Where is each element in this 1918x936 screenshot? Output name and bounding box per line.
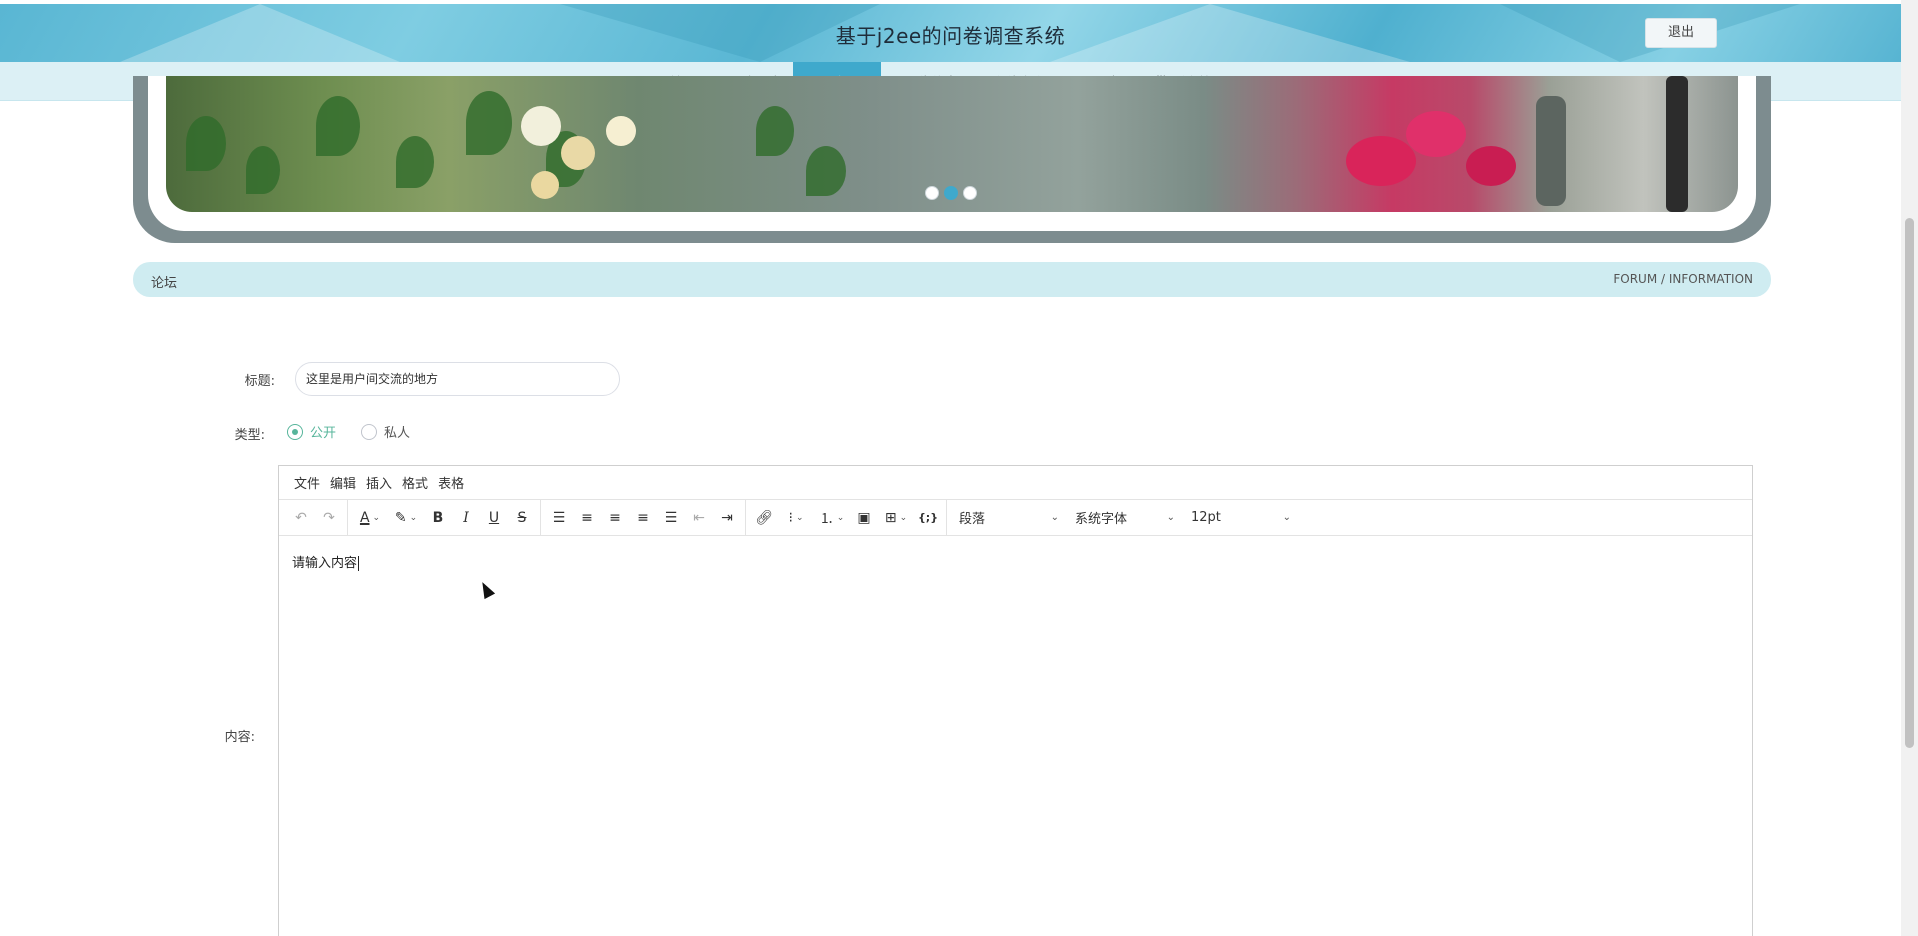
rich-text-editor: 文件 编辑 插入 格式 表格 ↶ ↷ A ⌄ ✎ ⌄ B I U S ☰ ≡ ≡ ≡…	[278, 465, 1753, 936]
section-subtitle: FORUM / INFORMATION	[1613, 272, 1753, 286]
site-header: 基于j2ee的问卷调查系统 退出	[0, 4, 1901, 62]
menu-edit[interactable]: 编辑	[325, 473, 361, 492]
font-family-dropdown[interactable]: 系统字体 ⌄	[1067, 504, 1183, 532]
radio-label: 私人	[384, 426, 411, 441]
section-bar: 论坛 FORUM / INFORMATION	[133, 262, 1771, 297]
banner-dots	[925, 186, 977, 200]
radio-circle	[287, 423, 303, 440]
menu-table[interactable]: 表格	[433, 473, 469, 492]
bullet-list-icon[interactable]: ⁝ ⌄	[778, 504, 814, 532]
align-left-icon[interactable]: ≡	[573, 504, 601, 532]
text-caret	[358, 556, 360, 571]
font-size-dropdown[interactable]: 12pt ⌄	[1183, 504, 1299, 532]
numbered-list-icon[interactable]: ⒈ ⌄	[814, 504, 850, 532]
font-size-value: 12pt	[1191, 510, 1221, 525]
highlight-color-icon[interactable]: ✎ ⌄	[388, 504, 424, 532]
page-scrollbar[interactable]	[1901, 0, 1918, 936]
radio-label: 公开	[310, 426, 337, 441]
menu-file[interactable]: 文件	[289, 473, 325, 492]
text-color-icon[interactable]: A ⌄	[352, 504, 388, 532]
font-family-value: 系统字体	[1075, 512, 1128, 527]
align-right-icon[interactable]: ≡	[629, 504, 657, 532]
menu-insert[interactable]: 插入	[361, 473, 397, 492]
block-format-value: 段落	[959, 512, 986, 527]
block-format-dropdown[interactable]: 段落 ⌄	[951, 504, 1067, 532]
content-label: 内容:	[224, 730, 255, 745]
underline-icon[interactable]: U	[480, 504, 508, 532]
type-radio-private[interactable]: 私人	[361, 422, 410, 441]
menu-format[interactable]: 格式	[397, 473, 433, 492]
link-icon[interactable]: 🔗︎	[750, 504, 778, 532]
scrollbar-thumb[interactable]	[1905, 218, 1914, 748]
undo-icon[interactable]: ↶	[287, 504, 315, 532]
editor-menubar: 文件 编辑 插入 格式 表格	[279, 466, 1752, 500]
table-icon[interactable]: ⊞ ⌄	[878, 504, 914, 532]
align-justify-icon[interactable]: ☰	[657, 504, 685, 532]
line-height-icon[interactable]: ☰	[545, 504, 573, 532]
chevron-down-icon: ⌄	[1050, 512, 1059, 523]
image-icon[interactable]: ▣	[850, 504, 878, 532]
indent-icon[interactable]: ⇥	[713, 504, 741, 532]
chevron-down-icon: ⌄	[1166, 512, 1175, 523]
editor-content-area[interactable]: 请输入内容	[279, 536, 1752, 936]
title-label: 标题:	[244, 374, 275, 389]
code-icon[interactable]: {;}	[914, 504, 942, 532]
section-title: 论坛	[151, 276, 178, 291]
banner-dot-3[interactable]	[963, 186, 977, 200]
site-title: 基于j2ee的问卷调查系统	[835, 24, 1066, 48]
bold-icon[interactable]: B	[424, 504, 452, 532]
outdent-icon[interactable]: ⇤	[685, 504, 713, 532]
editor-toolbar: ↶ ↷ A ⌄ ✎ ⌄ B I U S ☰ ≡ ≡ ≡ ☰ ⇤ ⇥ 🔗︎ ⁝ ⌄ ⒈ ⌄…	[279, 499, 1752, 536]
chevron-down-icon: ⌄	[1282, 512, 1291, 523]
italic-icon[interactable]: I	[452, 504, 480, 532]
radio-circle	[361, 423, 377, 440]
strikethrough-icon[interactable]: S	[508, 504, 536, 532]
banner-dot-2[interactable]	[944, 186, 958, 200]
align-center-icon[interactable]: ≡	[601, 504, 629, 532]
banner-dot-1[interactable]	[925, 186, 939, 200]
type-radio-public[interactable]: 公开	[287, 422, 336, 441]
editor-content-text: 请输入内容	[292, 556, 358, 571]
logout-button[interactable]: 退出	[1645, 18, 1717, 48]
type-label: 类型:	[234, 428, 265, 443]
title-input[interactable]: 这里是用户间交流的地方	[295, 362, 620, 396]
redo-icon[interactable]: ↷	[315, 504, 343, 532]
